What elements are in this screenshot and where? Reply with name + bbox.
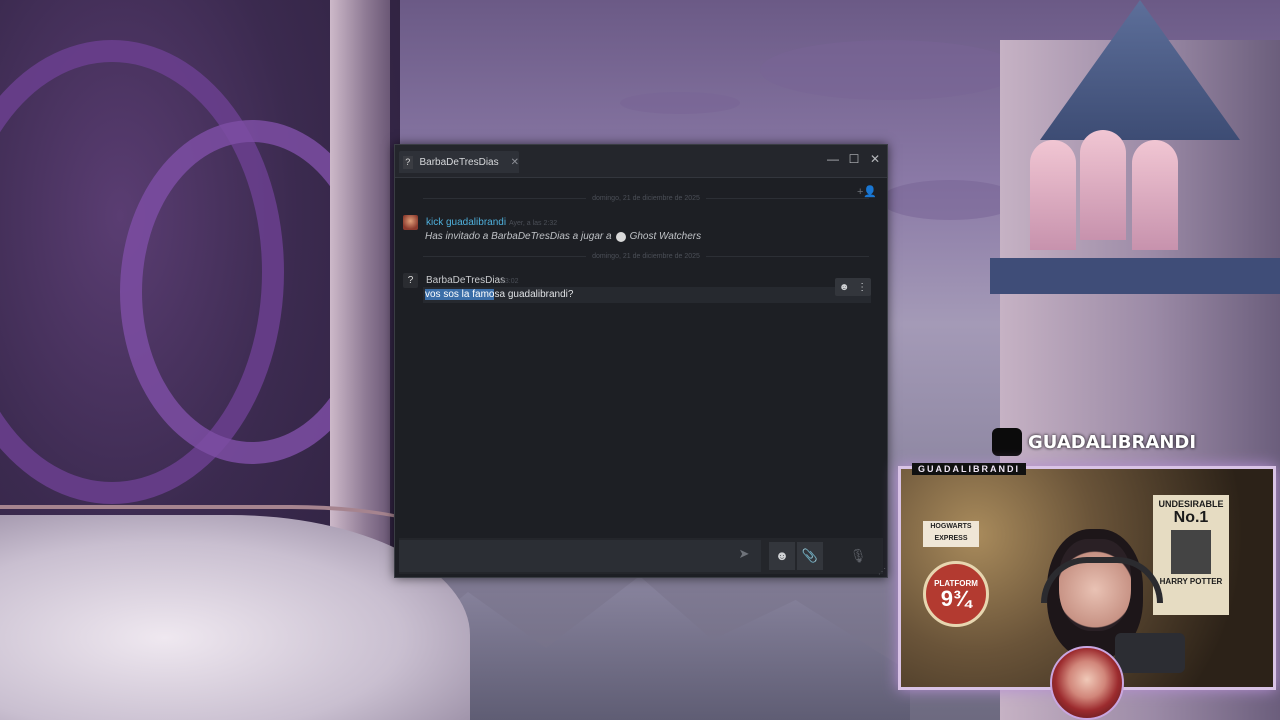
message-text[interactable]: vos sos la famosa guadalibrandi? [425, 289, 573, 300]
message-sender[interactable]: BarbaDeTresDias [426, 275, 505, 286]
game-tower-window [1132, 140, 1178, 250]
poster-wanted-name: HARRY POTTER [1159, 577, 1223, 586]
emoji-icon[interactable]: ☻ [769, 542, 795, 570]
chat-tab-barbadetresdias[interactable]: ? BarbaDeTresDias ✕ [399, 151, 519, 173]
poster-wanted-top: UNDESIRABLE [1158, 499, 1224, 509]
resize-grip-icon[interactable]: ⋰ [878, 567, 886, 576]
game-cloud [880, 180, 1020, 220]
message-sender[interactable]: kick guadalibrandi [426, 217, 506, 228]
streamer-brand: GUADALIBRANDI [992, 428, 1196, 456]
avatar[interactable] [403, 215, 418, 230]
close-icon[interactable]: ✕ [865, 149, 885, 169]
invite-text: Has invitado a BarbaDeTresDias a jugar a [425, 231, 612, 242]
poster-wanted: UNDESIRABLE No.1 HARRY POTTER [1153, 495, 1229, 615]
game-cloud [620, 92, 740, 114]
date-separator-label: domingo, 21 de diciembre de 2025 [592, 194, 700, 202]
message-text-rest: sa guadalibrandi? [494, 289, 574, 300]
poster-wanted-photo [1171, 530, 1211, 574]
game-invite-message: Has invitado a BarbaDeTresDias a jugar a… [425, 231, 701, 242]
message-composer: ➤ ☻ 📎 🎙 [399, 538, 883, 574]
poster-wanted-num: No.1 [1173, 509, 1209, 526]
kick-logo-icon [992, 428, 1022, 456]
chat-titlebar[interactable]: ? BarbaDeTresDias ✕ — ☐ ✕ [395, 145, 887, 178]
send-icon[interactable]: ➤ [733, 546, 755, 566]
unknown-avatar-icon[interactable]: ? [403, 273, 418, 288]
poster-platform-num: 9¾ [940, 585, 972, 611]
voice-icon[interactable]: 🎙 [845, 542, 871, 570]
more-options-icon[interactable]: ⋮ [857, 282, 867, 293]
microphone-icon [1115, 633, 1185, 673]
message-input[interactable] [399, 540, 761, 572]
game-pillar [330, 0, 390, 560]
streamer-avatar [1050, 646, 1124, 720]
date-separator: domingo, 21 de diciembre de 2025 [423, 191, 870, 205]
poster-platform: PLATFORM 9¾ [923, 561, 989, 627]
selected-text: vos sos la famo [425, 289, 495, 300]
emoji-reaction-icon[interactable]: ☻ [839, 282, 850, 293]
tab-close-icon[interactable]: ✕ [511, 157, 519, 168]
message-timestamp: Ayer, a las 2:32 [509, 220, 558, 227]
unknown-avatar-icon: ? [403, 155, 413, 169]
invite-game-name[interactable]: Ghost Watchers [630, 231, 702, 242]
webcam-label: GUADALIBRANDI [912, 463, 1026, 475]
minimize-icon[interactable]: — [823, 149, 843, 169]
attach-icon[interactable]: 📎 [797, 542, 823, 570]
poster-hogwarts: HOGWARTS EXPRESS [923, 521, 979, 547]
game-tower-window [1030, 140, 1076, 250]
maximize-icon[interactable]: ☐ [844, 149, 864, 169]
message-timestamp: 23:02 [501, 278, 519, 285]
game-tower-band [990, 258, 1280, 294]
streamer-name: GUADALIBRANDI [1028, 431, 1197, 453]
chat-window: ? BarbaDeTresDias ✕ — ☐ ✕ +👤 domingo, 21… [394, 144, 888, 578]
chat-tab-label: BarbaDeTresDias [419, 156, 499, 168]
message-actions: ☻ ⋮ [835, 278, 871, 296]
game-cloud [760, 40, 1020, 100]
game-icon [615, 231, 626, 242]
date-separator: domingo, 21 de diciembre de 2025 [423, 249, 870, 263]
game-tower-window [1080, 130, 1126, 240]
date-separator-label: domingo, 21 de diciembre de 2025 [592, 252, 700, 260]
chat-message[interactable]: vos sos la famosa guadalibrandi? [423, 287, 871, 303]
